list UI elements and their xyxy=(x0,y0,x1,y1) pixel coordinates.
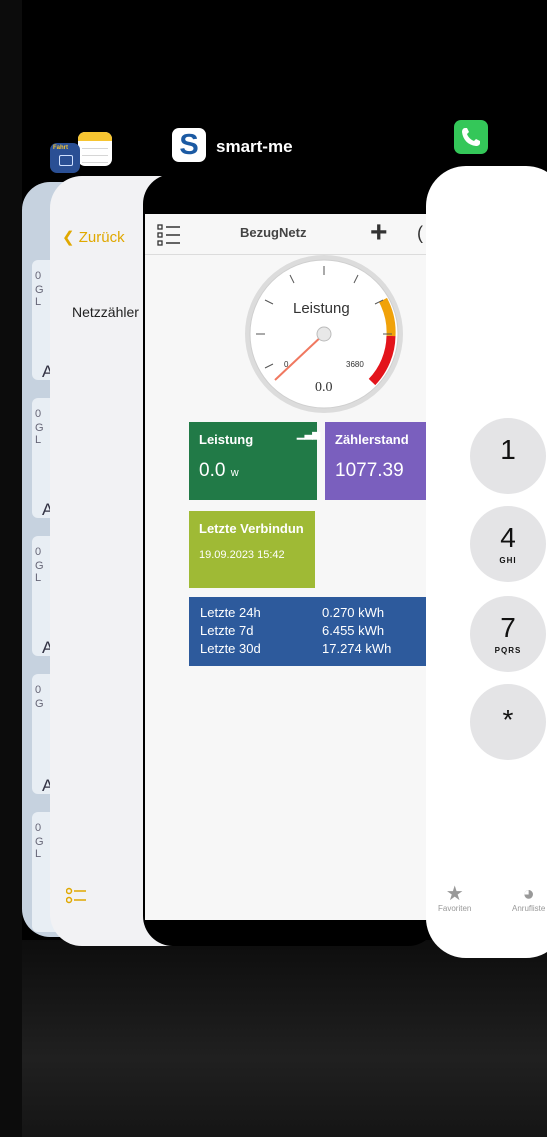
notes-app-icon[interactable] xyxy=(78,132,112,166)
tab-anrufliste[interactable]: ◕ Anrufliste xyxy=(512,884,545,913)
camera-icon xyxy=(59,155,73,166)
app-title-label: smart-me xyxy=(216,137,293,156)
stats-label: Letzte 7d xyxy=(200,623,254,638)
row-text: G xyxy=(35,422,44,434)
key-letters: PQRS xyxy=(494,646,522,655)
row-text: 0 xyxy=(35,546,42,558)
stats-value: 17.274 kWh xyxy=(322,641,392,656)
background-shade xyxy=(22,940,547,1137)
stats-label: Letzte 24h xyxy=(200,605,261,620)
stats-label: Letzte 30d xyxy=(200,641,261,656)
gauge-value: 0.0 xyxy=(315,380,333,395)
row-text: 0 xyxy=(35,822,42,834)
stats-value: 6.455 kWh xyxy=(322,623,385,638)
phone-app-icon[interactable] xyxy=(454,120,488,154)
app-card-phone[interactable]: 1 4 GHI 7 PQRS * ★ Favoriten ◕ Anruflist… xyxy=(426,166,547,958)
row-text: 0 xyxy=(35,408,42,420)
tile-title: Leistung xyxy=(199,432,254,447)
connection-date: 19.09.2023 15:42 xyxy=(199,549,285,561)
back-button[interactable]: ❮ Zurück xyxy=(62,228,125,246)
row-text: G xyxy=(35,560,44,572)
tab-label: Anrufliste xyxy=(512,904,546,913)
note-title: Netzzähler xyxy=(72,304,139,320)
stats-value: 0.270 kWh xyxy=(322,605,385,620)
chevron-left-icon: ❮ xyxy=(62,229,75,246)
row-text: L xyxy=(35,848,42,860)
dial-key-star[interactable]: * xyxy=(470,684,546,760)
row-text: G xyxy=(35,836,44,848)
row-text: 0 xyxy=(35,270,42,282)
checklist-icon[interactable] xyxy=(65,886,88,911)
gauge-max-label: 3680 xyxy=(346,360,364,369)
consumption-stats-tile[interactable]: Letzte 24h 0.270 kWh Letzte 7d 6.455 kWh… xyxy=(189,597,435,666)
add-icon[interactable]: + xyxy=(370,218,388,248)
row-text: L xyxy=(35,572,42,584)
zaehlerstand-tile[interactable]: Zählerstand 1077.39 xyxy=(325,422,435,500)
tile-title: Zählerstand xyxy=(335,432,409,447)
leistung-unit: w xyxy=(230,467,239,479)
dial-key-1[interactable]: 1 xyxy=(470,418,546,494)
gauge-min-label: 0 xyxy=(284,360,289,369)
clock-icon: ◕ xyxy=(522,883,535,905)
leistung-tile[interactable]: Leistung ▁▃▅ 0.0 w xyxy=(189,422,321,500)
row-text: L xyxy=(35,296,42,308)
settings-icon[interactable]: ( xyxy=(417,223,423,244)
row-text: 0 xyxy=(35,684,42,696)
fahrtenbuch-app-icon[interactable]: Fahrt xyxy=(50,143,80,173)
tab-favoriten[interactable]: ★ Favoriten xyxy=(438,884,471,913)
verbindung-tile[interactable]: Letzte Verbindun 19.09.2023 15:42 xyxy=(189,511,315,588)
tab-label: Favoriten xyxy=(438,904,472,913)
key-letters: GHI xyxy=(499,556,517,565)
nav-bar: BezugNetz + ( xyxy=(145,214,435,255)
star-icon: ★ xyxy=(445,883,464,905)
row-text: G xyxy=(35,698,44,710)
zaehlerstand-value: 1077.39 xyxy=(335,460,404,481)
smart-me-screen: BezugNetz + ( Leistung 0 3680 0.0 Leistu… xyxy=(145,214,435,920)
dial-key-4[interactable]: 4 GHI xyxy=(470,506,546,582)
tile-title: Letzte Verbindun xyxy=(199,521,304,536)
key-digit: 4 xyxy=(500,522,516,553)
key-digit: 7 xyxy=(500,612,516,643)
page-title: BezugNetz xyxy=(240,225,307,240)
fahrt-icon-label: Fahrt xyxy=(53,145,68,151)
gauge-title: Leistung xyxy=(293,300,350,317)
tile-value: 0.0 w xyxy=(199,460,239,482)
row-text: G xyxy=(35,284,44,296)
back-label: Zurück xyxy=(78,229,125,246)
bar-chart-icon: ▁▃▅ xyxy=(297,429,321,440)
row-text: L xyxy=(35,434,42,446)
key-digit: * xyxy=(502,704,514,735)
leistung-value: 0.0 xyxy=(199,460,226,481)
app-card-smart-me[interactable]: BezugNetz + ( Leistung 0 3680 0.0 Leistu… xyxy=(143,174,438,946)
list-menu-icon[interactable] xyxy=(157,224,181,246)
smart-me-app-icon[interactable]: S xyxy=(172,128,206,162)
dial-key-7[interactable]: 7 PQRS xyxy=(470,596,546,672)
key-digit: 1 xyxy=(500,434,516,465)
